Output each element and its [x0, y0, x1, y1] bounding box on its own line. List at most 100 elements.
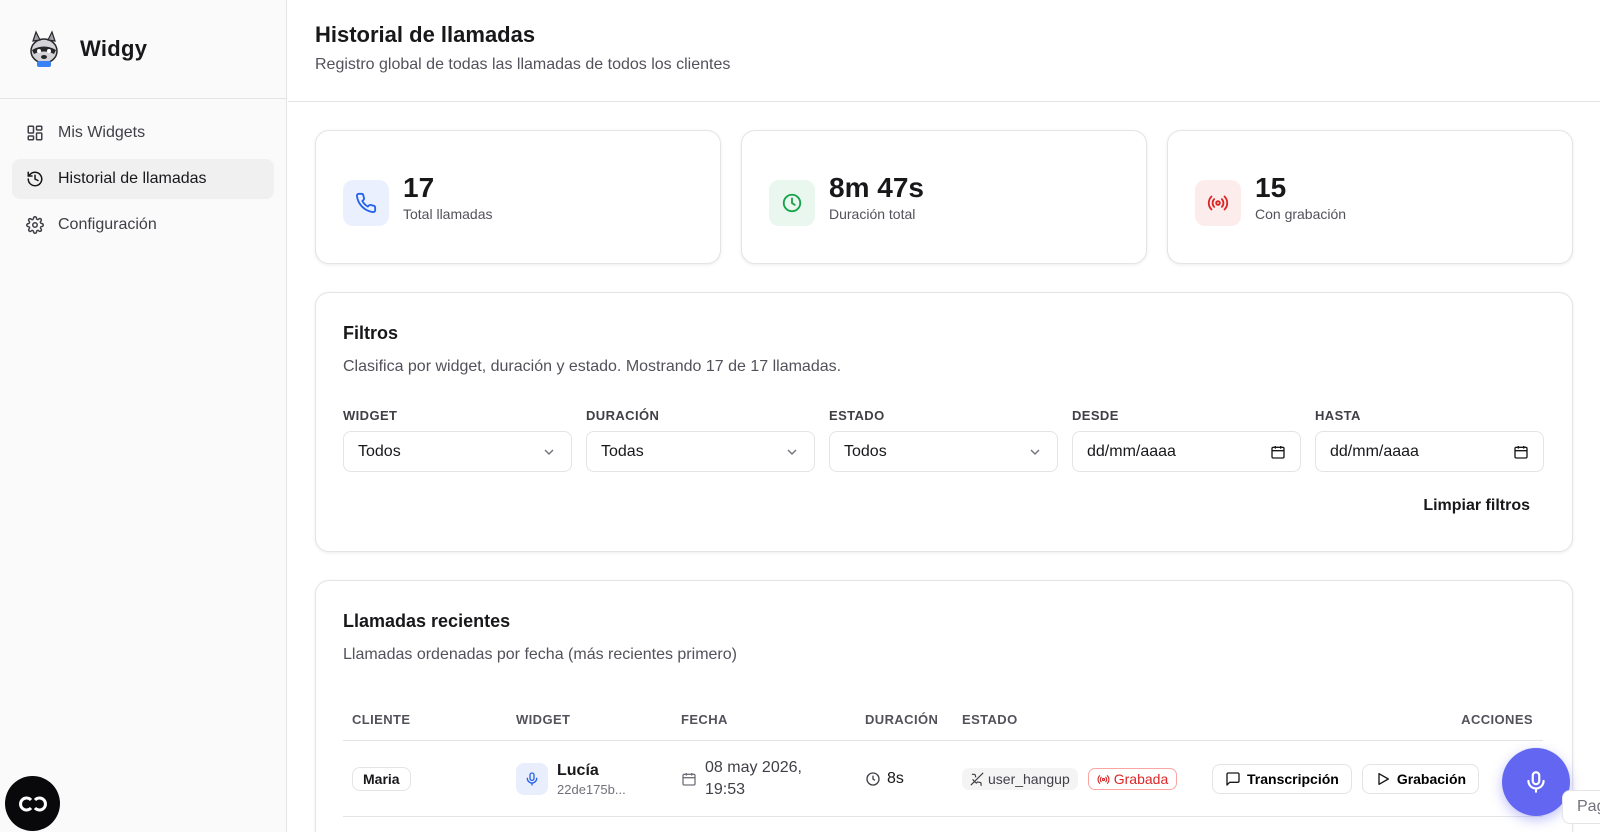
side-peek-tab[interactable]: Pag [1562, 790, 1600, 824]
widget-name: Lucía [557, 761, 599, 779]
from-date-input[interactable]: dd/mm/aaaa [1072, 431, 1301, 472]
actions-cell: Transcripción Grabación [1202, 741, 1480, 817]
sidebar-item-historial[interactable]: Historial de llamadas [12, 159, 274, 199]
sidebar-item-configuracion[interactable]: Configuración [12, 205, 274, 245]
widget-select[interactable]: Todos [343, 431, 572, 472]
button-label: Transcripción [1247, 771, 1339, 787]
brand[interactable]: Widgy [0, 0, 286, 99]
calendar-icon[interactable] [1513, 444, 1529, 460]
message-icon [1226, 772, 1240, 786]
main-content: Historial de llamadas Registro global de… [288, 0, 1600, 832]
page-subtitle: Registro global de todas las llamadas de… [315, 56, 731, 73]
filter-status: Estado Todos [829, 408, 1058, 472]
radio-icon [1195, 180, 1241, 226]
duration-select[interactable]: Todas [586, 431, 815, 472]
clock-icon [769, 180, 815, 226]
status-select[interactable]: Todos [829, 431, 1058, 472]
client-cell: Maria [352, 741, 411, 817]
stat-value: 8m 47s [829, 172, 924, 203]
stat-card-total: 17 Total llamadas [315, 130, 721, 264]
select-value: Todos [844, 442, 887, 460]
filter-label: Hasta [1315, 408, 1361, 423]
to-date-input[interactable]: dd/mm/aaaa [1315, 431, 1544, 472]
sidebar-nav: Mis Widgets Historial de llamadas Config… [0, 99, 286, 265]
stat-label: Duración total [829, 206, 916, 222]
chevron-down-icon [544, 449, 554, 455]
calendar-icon [682, 773, 696, 786]
filters-card: Filtros Clasifica por widget, duración y… [315, 292, 1573, 552]
filter-label: Duración [586, 408, 660, 423]
recent-calls-card: Llamadas recientes Llamadas ordenadas po… [315, 580, 1573, 832]
filters-title: Filtros [343, 323, 399, 343]
column-header: DURACIÓN [865, 712, 939, 727]
stat-value: 17 [403, 172, 435, 203]
transcription-button[interactable]: Transcripción [1212, 764, 1352, 794]
history-icon [27, 171, 43, 187]
sidebar-item-mis-widgets[interactable]: Mis Widgets [12, 113, 274, 153]
phone-icon [343, 180, 389, 226]
filter-widget: Widget Todos [343, 408, 572, 472]
sidebar-item-label: Mis Widgets [58, 124, 146, 141]
stat-card-recorded: 15 Con grabación [1167, 130, 1573, 264]
date-value: dd/mm/aaaa [1330, 442, 1419, 460]
raccoon-logo-icon [30, 30, 58, 67]
column-header: CLIENTE [352, 712, 411, 727]
clear-filters-button[interactable]: Limpiar filtros [1423, 497, 1530, 515]
table-header: CLIENTE WIDGET FECHA DURACIÓN ESTADO ACC… [343, 699, 1543, 741]
button-label: Grabación [1396, 771, 1467, 787]
duration-value: 8s [887, 770, 904, 787]
recorded-badge: Grabada [1087, 768, 1178, 790]
filter-row: Widget Todos Duración Todas Estado Todos [343, 408, 1545, 472]
date-value: dd/mm/aaaa [1087, 442, 1176, 460]
recorded-text: Grabada [1113, 771, 1169, 787]
stat-card-duration: 8m 47s Duración total [741, 130, 1147, 264]
date-cell: 08 may 2026, 19:53 [681, 741, 802, 817]
status-cell: user_hangup Grabada [962, 741, 1178, 817]
column-header: WIDGET [516, 712, 571, 727]
time-line: 19:53 [705, 781, 746, 798]
filter-label: Widget [343, 408, 398, 423]
select-value: Todos [358, 442, 401, 460]
filter-to: Hasta dd/mm/aaaa [1315, 408, 1544, 472]
radio-icon [1097, 774, 1110, 784]
widget-id: 22de175b... [557, 781, 626, 797]
cc-icon [18, 796, 47, 811]
filters-description: Clasifica por widget, duración y estado.… [343, 358, 842, 375]
column-header: ESTADO [962, 712, 1018, 727]
play-icon [1378, 773, 1389, 785]
cc-badge-button[interactable] [5, 776, 60, 831]
page-header: Historial de llamadas Registro global de… [288, 0, 1600, 102]
stat-label: Con grabación [1255, 206, 1347, 222]
stat-value: 15 [1255, 172, 1287, 203]
date-line: 08 may 2026, [705, 759, 802, 776]
table-row[interactable]: Maria Lucía 22de175b... 08 may 2026, 19:… [343, 741, 1543, 817]
page-title: Historial de llamadas [315, 22, 536, 47]
chevron-down-icon [1030, 449, 1040, 455]
stat-label: Total llamadas [403, 206, 493, 222]
filter-label: Desde [1072, 408, 1119, 423]
sidebar-item-label: Configuración [58, 216, 157, 233]
calls-table: CLIENTE WIDGET FECHA DURACIÓN ESTADO ACC… [343, 699, 1543, 817]
filter-from: Desde dd/mm/aaaa [1072, 408, 1301, 472]
select-value: Todas [601, 442, 644, 460]
phone-off-icon [970, 772, 984, 786]
column-header: FECHA [681, 712, 728, 727]
recording-button[interactable]: Grabación [1361, 764, 1480, 794]
mic-icon [516, 763, 548, 795]
sidebar-item-label: Historial de llamadas [58, 170, 207, 187]
duration-cell: 8s [865, 741, 904, 817]
status-badge: user_hangup [962, 768, 1078, 790]
client-badge: Maria [352, 767, 411, 791]
column-header: ACCIONES [1461, 712, 1533, 727]
calendar-icon[interactable] [1270, 444, 1286, 460]
sidebar: Widgy Mis Widgets Historial de llamadas … [0, 0, 287, 832]
gear-icon [26, 216, 44, 234]
recent-title: Llamadas recientes [343, 611, 511, 631]
status-text: user_hangup [988, 771, 1070, 787]
mic-icon [1527, 771, 1545, 793]
chevron-down-icon [787, 449, 797, 455]
brand-name: Widgy [80, 36, 148, 61]
filter-label: Estado [829, 408, 885, 423]
widget-cell: Lucía 22de175b... [516, 741, 626, 817]
voice-call-button[interactable] [1502, 748, 1570, 816]
